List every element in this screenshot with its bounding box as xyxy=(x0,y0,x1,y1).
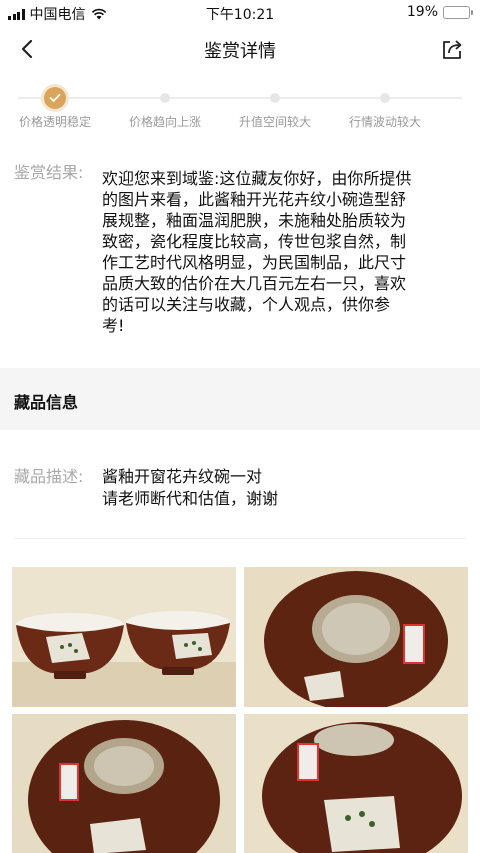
result-line: 考! xyxy=(102,316,125,335)
result-label: 鉴赏结果: xyxy=(14,163,84,182)
description-label: 藏品描述: xyxy=(14,467,84,486)
step-item: 价格趋向上涨 xyxy=(110,80,220,130)
description-line: 酱釉开窗花卉纹碗一对 xyxy=(102,467,263,486)
description-line: 请老师断代和估值，谢谢 xyxy=(102,489,279,508)
status-bar: 中国电信 下午10:21 19% xyxy=(0,0,480,26)
item-description: 藏品描述: 酱釉开窗花卉纹碗一对 请老师断代和估值，谢谢 xyxy=(14,466,466,510)
result-line: 展规整，釉面温润肥腴，未施釉处胎质较为 xyxy=(102,211,407,230)
step-dot xyxy=(160,93,170,103)
result-line: 的话可以关注与收藏，个人观点，供你参 xyxy=(102,295,391,314)
appraisal-result: 鉴赏结果: 欢迎您来到域鉴:这位藏友你好，由你所提供 的图片来看，此酱釉开光花卉… xyxy=(14,162,466,336)
section-header: 藏品信息 xyxy=(0,368,480,430)
battery-icon xyxy=(443,5,473,19)
step-label: 升值空间较大 xyxy=(238,115,311,129)
step-label: 价格透明稳定 xyxy=(18,115,91,129)
page-title: 鉴赏详情 xyxy=(204,41,276,62)
result-line: 致密，瓷化程度比较高，传世包浆自然，制 xyxy=(102,232,407,251)
section-title: 藏品信息 xyxy=(14,393,79,412)
step-item: 行情波动较大 xyxy=(330,80,440,130)
item-photo[interactable] xyxy=(12,567,236,707)
result-line: 品质大致的估价在大几百元左右一只，喜欢 xyxy=(102,274,407,293)
result-line: 欢迎您来到域鉴:这位藏友你好，由你所提供 xyxy=(102,169,412,188)
status-right: 19% xyxy=(406,4,473,20)
item-photo[interactable] xyxy=(244,714,468,853)
check-icon xyxy=(44,87,66,109)
description-text: 酱釉开窗花卉纹碗一对 请老师断代和估值，谢谢 xyxy=(102,466,278,510)
step-item: 升值空间较大 xyxy=(220,80,330,130)
step-dot xyxy=(380,93,390,103)
result-line: 的图片来看，此酱釉开光花卉纹小碗造型舒 xyxy=(102,190,407,209)
battery-percent: 19% xyxy=(406,4,438,20)
share-icon[interactable] xyxy=(438,35,466,63)
step-label: 行情波动较大 xyxy=(348,115,421,129)
item-photo[interactable] xyxy=(244,567,468,707)
price-trend-steps: 价格透明稳定 价格趋向上涨 升值空间较大 行情波动较大 xyxy=(0,80,480,140)
divider xyxy=(14,538,466,539)
nav-bar: 鉴赏详情 xyxy=(0,26,480,72)
step-item: 价格透明稳定 xyxy=(0,80,110,130)
result-text: 欢迎您来到域鉴:这位藏友你好，由你所提供 的图片来看，此酱釉开光花卉纹小碗造型舒… xyxy=(102,162,411,336)
step-dot xyxy=(270,93,280,103)
result-line: 作工艺时代风格明显，为民国制品，此尺寸 xyxy=(102,253,407,272)
item-photo[interactable] xyxy=(12,714,236,853)
step-label: 价格趋向上涨 xyxy=(128,115,201,129)
